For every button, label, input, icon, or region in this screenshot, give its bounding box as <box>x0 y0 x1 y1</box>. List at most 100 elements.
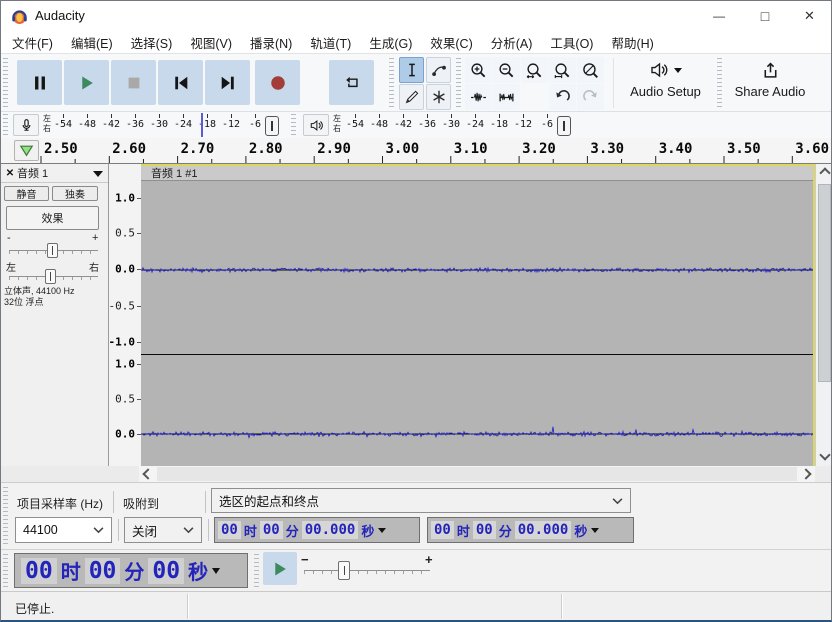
scroll-down-arrow[interactable] <box>816 448 832 462</box>
speaker-meter-button[interactable] <box>303 114 329 136</box>
menu-item-7[interactable]: 生成(G) <box>360 31 421 53</box>
menu-item-6[interactable]: 轨道(T) <box>301 31 360 53</box>
time-unit-label[interactable]: 秒 <box>188 556 208 585</box>
effects-button[interactable]: 效果 <box>6 206 99 230</box>
time-unit-label[interactable]: 分 <box>124 556 144 585</box>
time-format-arrow-icon[interactable] <box>378 528 386 533</box>
time-format-arrow-icon[interactable] <box>212 568 220 574</box>
time-digit-group[interactable]: 00 <box>148 558 184 584</box>
draw-tool-button[interactable] <box>399 84 424 110</box>
selection-start-time-field[interactable]: 00时00分00.000秒 <box>214 517 420 543</box>
track-close-button[interactable]: ✕ <box>4 166 16 180</box>
solo-button[interactable]: 独奏 <box>52 186 98 201</box>
vertical-ruler[interactable]: 1.00.50.0-0.5-1.01.00.50.0 <box>109 164 141 466</box>
time-unit-label[interactable]: 分 <box>286 521 299 540</box>
maximize-button[interactable]: □ <box>742 1 788 31</box>
horizontal-scrollbar[interactable] <box>139 466 815 482</box>
menu-item-8[interactable]: 效果(C) <box>421 31 481 53</box>
zoom-in-button[interactable] <box>465 57 492 83</box>
tools-toolbar-grip[interactable] <box>389 58 394 108</box>
clip-title-bar[interactable]: 音频 1 #1 <box>141 166 813 181</box>
audio-setup-button[interactable]: Audio Setup <box>617 56 714 110</box>
menu-item-2[interactable]: 编辑(E) <box>62 31 122 53</box>
time-unit-label[interactable]: 时 <box>244 521 257 540</box>
envelope-tool-button[interactable] <box>426 57 451 83</box>
waveform-channel-right[interactable] <box>141 354 813 465</box>
gain-slider-thumb[interactable] <box>47 243 58 258</box>
menu-item-5[interactable]: 播录(N) <box>241 31 301 53</box>
zoom-to-selection-button[interactable] <box>521 57 548 83</box>
pan-slider-thumb[interactable] <box>45 269 56 284</box>
menu-item-10[interactable]: 工具(O) <box>541 31 602 53</box>
record-meter-grip[interactable] <box>3 114 8 136</box>
meter-slider-handle[interactable] <box>265 116 279 136</box>
time-digit-group[interactable]: 00 <box>21 558 57 584</box>
vertical-scrollbar-thumb[interactable] <box>818 184 831 382</box>
play-at-speed-button[interactable] <box>263 552 297 585</box>
time-unit-label[interactable]: 时 <box>61 556 81 585</box>
time-unit-label[interactable]: 分 <box>499 521 512 540</box>
menu-item-4[interactable]: 视图(V) <box>181 31 241 53</box>
time-digit-group[interactable]: 00.000 <box>302 521 359 539</box>
audio-clip[interactable]: 音频 1 #1 <box>141 164 815 466</box>
time-digit-group[interactable]: 00 <box>260 521 283 539</box>
selection-mode-dropdown[interactable]: 选区的起点和终点 <box>211 488 631 513</box>
edit-toolbar-grip[interactable] <box>456 58 461 108</box>
skip-to-end-button[interactable] <box>205 60 250 105</box>
audio-position-time-display[interactable]: 00时00分00秒 <box>14 553 248 588</box>
stop-button[interactable] <box>111 60 156 105</box>
redo-button[interactable] <box>577 84 604 110</box>
share-toolbar-grip[interactable] <box>717 58 722 108</box>
scroll-up-arrow[interactable] <box>816 166 832 180</box>
timeline-options-button[interactable] <box>14 140 39 161</box>
playback-meter-grip[interactable] <box>291 114 296 136</box>
trim-outside-selection-button[interactable] <box>465 84 492 110</box>
undo-button[interactable] <box>549 84 576 110</box>
selection-tool-button[interactable] <box>399 57 424 83</box>
play-button[interactable] <box>64 60 109 105</box>
loop-button[interactable] <box>329 60 374 105</box>
vertical-scrollbar[interactable] <box>815 164 832 466</box>
time-digit-group[interactable]: 00 <box>218 521 241 539</box>
horizontal-scrollbar-thumb[interactable] <box>157 467 797 481</box>
close-button[interactable]: ✕ <box>788 1 831 31</box>
meter-scale[interactable]: -54-48-42-36-30-24-18-12-6 <box>53 114 283 137</box>
time-unit-label[interactable]: 秒 <box>361 521 374 540</box>
time-unit-label[interactable]: 时 <box>457 521 470 540</box>
record-button[interactable] <box>255 60 300 105</box>
timeline-scale[interactable]: 2.502.602.702.802.903.003.103.203.303.40… <box>40 138 831 163</box>
timeline-ruler[interactable]: 2.502.602.702.802.903.003.103.203.303.40… <box>1 138 831 164</box>
selection-end-time-field[interactable]: 00时00分00.000秒 <box>427 517 634 543</box>
zoom-fit-project-button[interactable] <box>549 57 576 83</box>
track-name-menu[interactable]: 音频 1 <box>17 166 103 180</box>
track-menu-arrow-icon[interactable] <box>93 171 103 177</box>
pause-button[interactable] <box>17 60 62 105</box>
zoom-out-button[interactable] <box>493 57 520 83</box>
selection-toolbar-grip[interactable] <box>3 487 8 545</box>
mute-button[interactable]: 静音 <box>4 186 49 201</box>
meter-slider-handle[interactable] <box>557 116 571 136</box>
minimize-button[interactable]: — <box>696 1 742 31</box>
transport-toolbar-grip[interactable] <box>3 58 8 108</box>
play-at-speed-grip[interactable] <box>254 554 259 588</box>
scroll-right-arrow[interactable] <box>799 467 813 481</box>
waveform-channel-left[interactable] <box>141 181 813 353</box>
share-audio-button[interactable]: Share Audio <box>725 56 815 110</box>
silence-selection-button[interactable] <box>493 84 520 110</box>
multi-tool-button[interactable] <box>426 84 451 110</box>
time-toolbar-grip[interactable] <box>3 554 8 588</box>
scroll-left-arrow[interactable] <box>141 467 155 481</box>
zoom-toggle-button[interactable] <box>577 57 604 83</box>
menu-item-1[interactable]: 文件(F) <box>3 31 62 53</box>
time-digit-group[interactable]: 00 <box>431 521 454 539</box>
microphone-meter-button[interactable] <box>13 114 39 136</box>
time-digit-group[interactable]: 00 <box>473 521 496 539</box>
menu-item-9[interactable]: 分析(A) <box>482 31 542 53</box>
time-format-arrow-icon[interactable] <box>591 528 599 533</box>
speed-slider-thumb[interactable] <box>338 561 350 580</box>
title-bar[interactable]: Audacity — □ ✕ <box>1 1 831 31</box>
menu-item-3[interactable]: 选择(S) <box>122 31 182 53</box>
time-digit-group[interactable]: 00 <box>85 558 121 584</box>
time-digit-group[interactable]: 00.000 <box>515 521 572 539</box>
snap-to-combobox[interactable]: 关闭 <box>124 517 202 543</box>
